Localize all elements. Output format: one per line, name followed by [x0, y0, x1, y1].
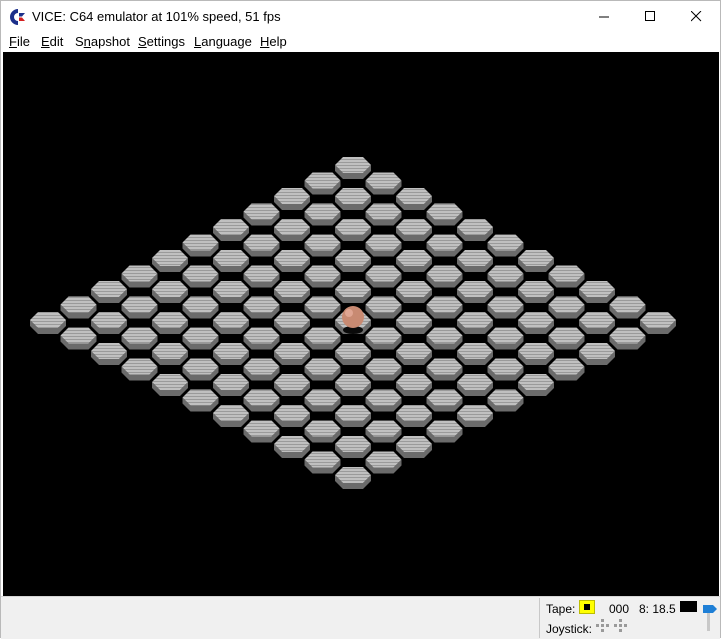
close-button[interactable] — [673, 1, 719, 32]
close-icon — [690, 11, 701, 22]
menu-settings[interactable]: Settings — [138, 34, 185, 49]
maximize-button[interactable] — [627, 1, 673, 32]
title-bar[interactable]: VICE: C64 emulator at 101% speed, 51 fps — [1, 1, 720, 32]
drive-status: 8: 18.5 — [639, 602, 676, 616]
window-title: VICE: C64 emulator at 101% speed, 51 fps — [32, 9, 281, 24]
tape-label: Tape: — [546, 602, 576, 616]
minimize-icon — [598, 16, 609, 18]
menu-file[interactable]: File — [9, 34, 30, 49]
vice-window: VICE: C64 emulator at 101% speed, 51 fps… — [0, 0, 721, 639]
menu-language[interactable]: Language — [194, 34, 252, 49]
menu-snapshot[interactable]: Snapshot — [75, 34, 130, 49]
menu-edit[interactable]: Edit — [41, 34, 63, 49]
joystick-port1-icon[interactable] — [596, 619, 610, 633]
menu-bar: File Edit Snapshot Settings Language Hel… — [1, 32, 720, 52]
tape-counter: 000 — [609, 602, 630, 616]
commodore-logo-icon[interactable] — [9, 8, 27, 26]
ball-sprite — [342, 306, 364, 334]
joystick-port2-icon[interactable] — [614, 619, 628, 633]
tape-status-icon[interactable] — [579, 600, 595, 614]
hex-board — [30, 157, 676, 489]
drive-led-icon — [680, 601, 697, 612]
minimize-button[interactable] — [581, 1, 627, 32]
status-bar: Tape: 000 8: 18.5 Joystick: — [1, 596, 720, 639]
menu-help[interactable]: Help — [260, 34, 287, 49]
emulator-screen[interactable] — [3, 52, 719, 596]
joystick-label: Joystick: — [546, 622, 593, 636]
speed-slider-icon[interactable] — [702, 600, 718, 636]
status-divider — [539, 598, 540, 638]
maximize-icon — [644, 11, 655, 21]
